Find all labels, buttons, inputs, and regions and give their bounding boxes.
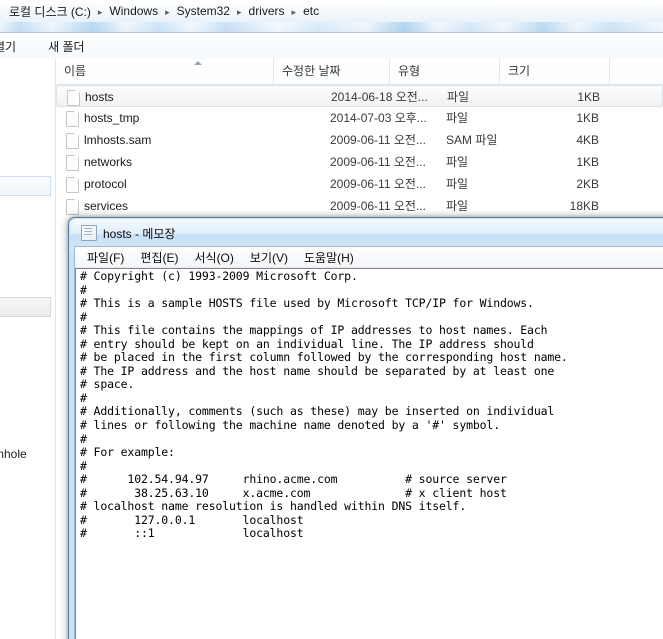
breadcrumb-separator-icon: ▸ bbox=[97, 6, 103, 17]
file-list[interactable]: hosts 2014-06-18 오전... 파일 1KB hosts_tmp … bbox=[56, 85, 663, 222]
column-header-type-label: 유형 bbox=[398, 64, 421, 78]
file-icon bbox=[66, 133, 79, 149]
file-date: 2009-06-11 오전... bbox=[330, 133, 426, 147]
nav-item-partial-1[interactable] bbox=[0, 176, 51, 196]
screen: 로컬 디스크 (C:) ▸ Windows ▸ System32 ▸ drive… bbox=[0, 0, 663, 639]
aero-glass-strip bbox=[0, 22, 663, 33]
menu-item-format[interactable]: 서식(O) bbox=[186, 248, 241, 267]
file-type: 파일 bbox=[446, 111, 469, 125]
file-size: 1KB bbox=[576, 111, 599, 125]
file-date: 2009-06-11 오전... bbox=[330, 155, 426, 169]
column-header-size-label: 크기 bbox=[508, 64, 531, 78]
file-date: 2014-07-03 오후... bbox=[330, 111, 427, 125]
menu-bar: 파일(F) 편집(E) 서식(O) 보기(V) 도움말(H) bbox=[75, 247, 663, 268]
file-icon bbox=[67, 90, 80, 106]
breadcrumb-item-0[interactable]: 로컬 디스크 (C:) bbox=[6, 2, 94, 21]
file-type: 파일 bbox=[446, 177, 469, 191]
navigation-pane[interactable]: rmhole bbox=[0, 59, 56, 639]
breadcrumb-item-2[interactable]: System32 bbox=[174, 3, 233, 19]
hosts-file-content[interactable]: # Copyright (c) 1993-2009 Microsoft Corp… bbox=[76, 269, 663, 541]
file-type: 파일 bbox=[446, 155, 469, 169]
nav-item-label-partial[interactable]: rmhole bbox=[0, 447, 27, 461]
breadcrumb-item-4[interactable]: etc bbox=[300, 3, 322, 19]
file-name: lmhosts.sam bbox=[84, 133, 152, 147]
file-size: 18KB bbox=[569, 199, 599, 213]
file-icon bbox=[66, 155, 79, 171]
menu-item-edit[interactable]: 편집(E) bbox=[132, 248, 186, 267]
table-row[interactable]: services 2009-06-11 오전... 파일 18KB bbox=[56, 195, 663, 217]
file-date: 2009-06-11 오전... bbox=[330, 177, 426, 191]
column-header-size[interactable]: 크기 bbox=[500, 59, 610, 84]
window-title: hosts - 메모장 bbox=[103, 226, 176, 241]
file-type: SAM 파일 bbox=[446, 133, 498, 147]
file-type: 파일 bbox=[447, 90, 470, 104]
sort-ascending-icon bbox=[194, 61, 202, 65]
column-header-row: 이름 수정한 날짜 유형 크기 bbox=[56, 59, 663, 85]
file-name: hosts_tmp bbox=[84, 111, 140, 125]
table-row[interactable]: hosts_tmp 2014-07-03 오후... 파일 1KB bbox=[56, 107, 663, 129]
file-name: protocol bbox=[84, 177, 127, 191]
text-editor[interactable]: # Copyright (c) 1993-2009 Microsoft Corp… bbox=[75, 268, 663, 639]
file-size: 1KB bbox=[576, 155, 599, 169]
file-name: hosts bbox=[85, 90, 114, 104]
notepad-window[interactable]: hosts - 메모장 파일(F) 편집(E) 서식(O) 보기(V) 도움말(… bbox=[68, 217, 663, 639]
notepad-titlebar[interactable]: hosts - 메모장 bbox=[81, 224, 175, 242]
file-date: 2009-06-11 오전... bbox=[330, 199, 426, 213]
file-icon bbox=[66, 111, 79, 127]
file-type: 파일 bbox=[446, 199, 469, 213]
column-header-name-label: 이름 bbox=[64, 64, 87, 78]
breadcrumb-separator-icon: ▸ bbox=[165, 6, 170, 17]
column-header-name[interactable]: 이름 bbox=[56, 59, 274, 84]
command-toolbar: 열기 새 폴더 bbox=[0, 33, 663, 60]
file-size: 1KB bbox=[577, 90, 600, 104]
file-size: 4KB bbox=[576, 133, 599, 147]
breadcrumb-separator-icon: ▸ bbox=[291, 6, 297, 17]
notepad-icon bbox=[81, 225, 97, 241]
table-row[interactable]: networks 2009-06-11 오전... 파일 1KB bbox=[56, 151, 663, 173]
file-size: 2KB bbox=[576, 177, 599, 191]
open-button[interactable]: 열기 bbox=[0, 36, 22, 57]
file-icon bbox=[66, 177, 79, 193]
breadcrumb-item-1[interactable]: Windows bbox=[106, 3, 161, 19]
menu-item-file[interactable]: 파일(F) bbox=[79, 248, 132, 267]
file-date: 2014-06-18 오전... bbox=[331, 90, 428, 104]
column-header-date[interactable]: 수정한 날짜 bbox=[274, 59, 390, 84]
notepad-client-area: 파일(F) 편집(E) 서식(O) 보기(V) 도움말(H) # Copyrig… bbox=[74, 246, 663, 639]
address-bar[interactable]: 로컬 디스크 (C:) ▸ Windows ▸ System32 ▸ drive… bbox=[0, 0, 663, 22]
nav-item-partial-2[interactable] bbox=[0, 297, 51, 317]
new-folder-button[interactable]: 새 폴더 bbox=[42, 36, 90, 57]
column-header-type[interactable]: 유형 bbox=[390, 59, 500, 84]
file-name: networks bbox=[84, 155, 133, 169]
table-row[interactable]: hosts 2014-06-18 오전... 파일 1KB bbox=[56, 85, 663, 107]
menu-item-view[interactable]: 보기(V) bbox=[242, 248, 296, 267]
file-icon bbox=[66, 199, 79, 215]
file-name: services bbox=[84, 199, 129, 213]
breadcrumb-item-3[interactable]: drivers bbox=[246, 3, 288, 19]
table-row[interactable]: lmhosts.sam 2009-06-11 오전... SAM 파일 4KB bbox=[56, 129, 663, 151]
column-header-date-label: 수정한 날짜 bbox=[282, 64, 341, 78]
table-row[interactable]: protocol 2009-06-11 오전... 파일 2KB bbox=[56, 173, 663, 195]
breadcrumb-separator-icon: ▸ bbox=[236, 6, 242, 17]
menu-item-help[interactable]: 도움말(H) bbox=[296, 248, 362, 267]
